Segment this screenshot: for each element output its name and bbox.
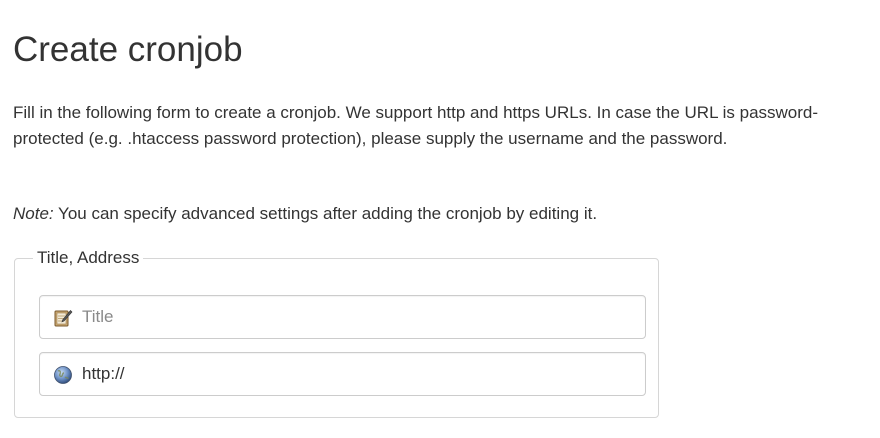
title-address-fieldset: Title, Address bbox=[14, 247, 659, 418]
note-body: You can specify advanced settings after … bbox=[53, 204, 598, 223]
page-title: Create cronjob bbox=[13, 30, 243, 69]
intro-text: Fill in the following form to create a c… bbox=[13, 103, 819, 148]
fieldset-legend: Title, Address bbox=[33, 247, 144, 269]
title-field-wrapper[interactable] bbox=[39, 295, 646, 339]
url-input[interactable] bbox=[82, 353, 637, 395]
note-label: Note: bbox=[13, 204, 54, 223]
title-input[interactable] bbox=[82, 296, 637, 338]
note-text: Note: You can specify advanced settings … bbox=[13, 201, 597, 227]
url-field-wrapper[interactable] bbox=[39, 352, 646, 396]
globe-icon bbox=[53, 365, 73, 385]
notepad-icon bbox=[53, 308, 73, 328]
